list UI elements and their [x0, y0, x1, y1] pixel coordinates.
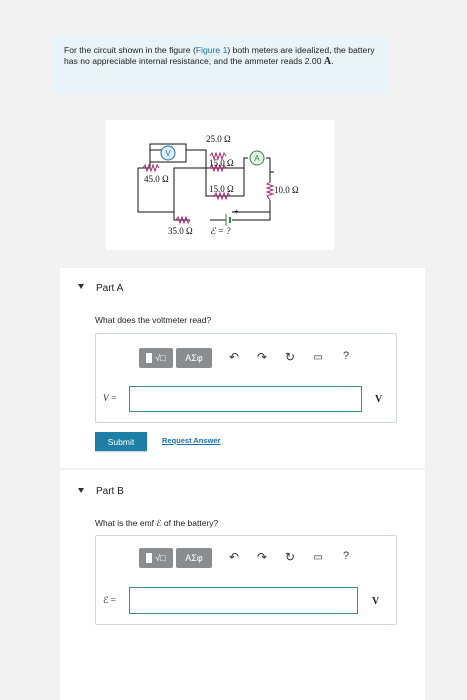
- redo-icon[interactable]: ↷: [255, 350, 269, 364]
- part-b-title[interactable]: Part B: [96, 486, 124, 497]
- label-r-mid: 15.0 Ω: [209, 158, 234, 168]
- keyboard-icon[interactable]: ▭: [311, 552, 325, 563]
- collapse-caret-icon[interactable]: [78, 488, 84, 493]
- radical-icon: √□: [155, 553, 166, 563]
- greek-symbols-button[interactable]: ΑΣφ: [176, 548, 212, 568]
- help-icon[interactable]: ?: [340, 550, 352, 562]
- greek-symbols-button[interactable]: ΑΣφ: [176, 348, 212, 368]
- voltmeter-symbol: V: [165, 149, 171, 158]
- template-button[interactable]: √□: [139, 548, 173, 568]
- problem-statement: For the circuit shown in the figure (Fig…: [52, 36, 388, 94]
- part-a-question: What does the voltmeter read?: [95, 315, 212, 325]
- circuit-diagram: V A + 25.0 Ω 15.0 Ω 45.0 Ω 15.0 Ω 10.0 Ω…: [137, 134, 299, 236]
- radical-icon: √□: [155, 353, 166, 363]
- reset-icon[interactable]: ↻: [283, 550, 297, 564]
- ammeter-symbol: A: [254, 154, 260, 163]
- label-r-left: 45.0 Ω: [144, 174, 169, 184]
- resistor-10: [265, 181, 275, 201]
- request-answer-link[interactable]: Request Answer: [162, 436, 221, 445]
- submit-button[interactable]: Submit: [95, 432, 147, 451]
- part-b-variable-label: ℰ =: [103, 595, 116, 605]
- circuit-figure: V A + 25.0 Ω 15.0 Ω 45.0 Ω 15.0 Ω 10.0 Ω…: [106, 120, 334, 250]
- template-icon: [146, 353, 153, 363]
- part-b-unit: V: [372, 596, 380, 607]
- part-b-answer-input[interactable]: [129, 587, 358, 614]
- label-emf: ℰ = ?: [210, 226, 231, 236]
- help-icon[interactable]: ?: [340, 350, 352, 362]
- template-button[interactable]: √□: [139, 348, 173, 368]
- undo-icon[interactable]: ↶: [227, 350, 241, 364]
- label-r-bottom: 35.0 Ω: [168, 226, 193, 236]
- part-b-question: What is the emf ℰ of the battery?: [95, 518, 219, 528]
- collapse-caret-icon[interactable]: [78, 284, 84, 289]
- svg-text:+: +: [234, 207, 239, 216]
- undo-icon[interactable]: ↶: [227, 550, 241, 564]
- part-a-title[interactable]: Part A: [96, 283, 123, 294]
- problem-text: For the circuit shown in the figure (: [64, 45, 196, 55]
- keyboard-icon[interactable]: ▭: [311, 352, 325, 363]
- figure-link[interactable]: Figure 1: [196, 45, 228, 55]
- problem-end: .: [331, 56, 334, 66]
- label-r-right: 10.0 Ω: [274, 185, 299, 195]
- part-a-unit: V: [375, 394, 383, 405]
- part-a-variable-label: V =: [103, 393, 117, 403]
- redo-icon[interactable]: ↷: [255, 550, 269, 564]
- part-a-answer-input[interactable]: [129, 386, 362, 412]
- label-r-top: 25.0 Ω: [206, 134, 231, 144]
- label-r-lower: 15.0 Ω: [209, 184, 234, 194]
- reset-icon[interactable]: ↻: [283, 350, 297, 364]
- template-icon: [146, 553, 153, 563]
